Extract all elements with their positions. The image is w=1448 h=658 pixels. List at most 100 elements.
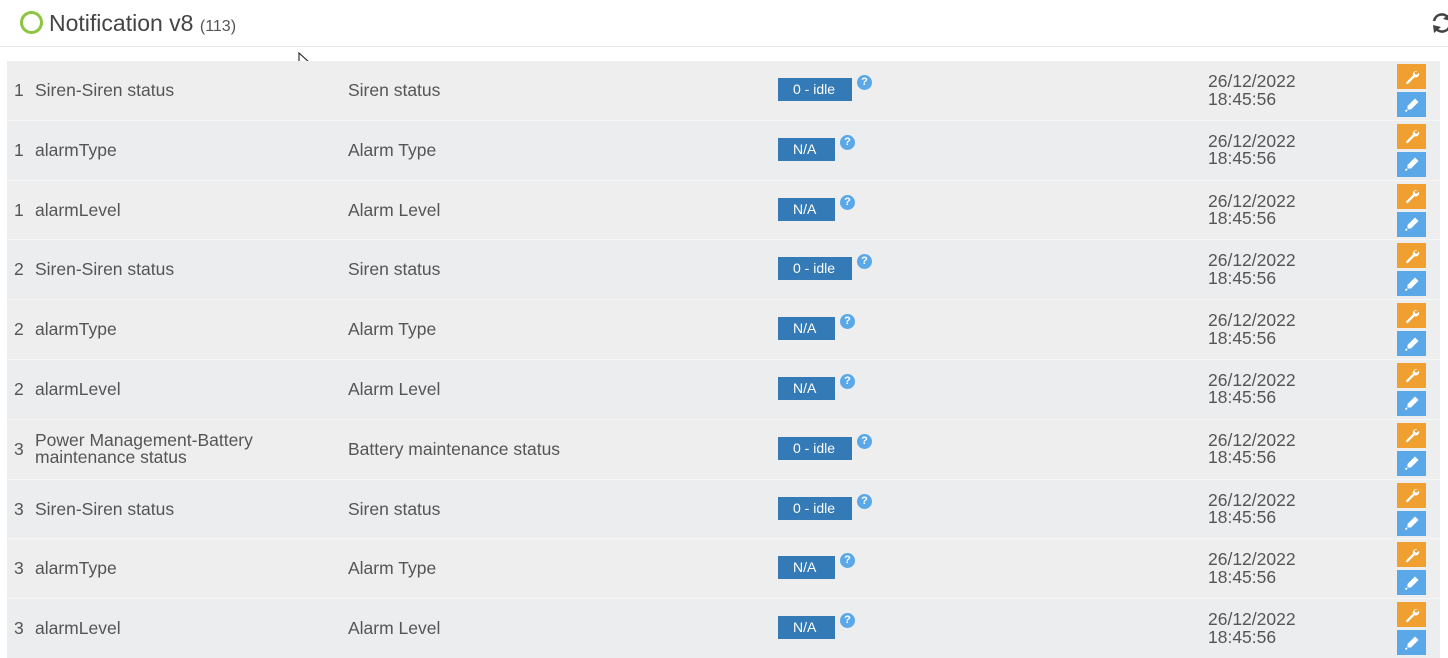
instance-number: 3 [14,498,24,519]
update-time: 18:45:56 [1208,507,1277,528]
value-name: Power Management-Battery maintenance sta… [35,429,253,467]
edit-button[interactable] [1397,542,1426,568]
edit-button[interactable] [1397,64,1426,89]
wrench-icon [1405,548,1419,563]
value-badge: N/A [778,197,835,221]
test-icon [1404,516,1418,531]
test-icon [1404,277,1418,291]
instance-number: 3 [14,618,24,639]
wrench-icon [1405,130,1419,144]
last-update: 26/12/2022 18:45:56 [1208,72,1296,109]
instance-number: 2 [14,259,24,280]
wrench-icon [1405,489,1419,503]
value-badge: N/A [778,137,835,161]
test-button[interactable] [1397,390,1426,416]
last-update: 26/12/2022 18:45:56 [1208,371,1296,407]
help-icon[interactable]: ? [840,613,855,629]
update-time: 18:45:56 [1208,148,1277,169]
help-icon[interactable]: ? [857,254,872,270]
test-icon [1404,337,1418,351]
table-row: 2 Siren-Siren status Siren status 0 - idle?… [7,239,1440,300]
last-update: 26/12/2022 18:45:56 [1208,311,1296,348]
test-button[interactable] [1397,151,1426,177]
value-badge: 0 - idle [778,78,852,101]
wrench-icon [1405,249,1419,264]
wrench-icon [1405,369,1419,383]
edit-button[interactable] [1397,243,1426,269]
edit-button[interactable] [1397,123,1426,149]
value-label: Battery maintenance status [348,438,561,459]
test-icon [1404,396,1418,411]
value-badge: N/A [778,376,835,400]
test-icon [1404,456,1418,471]
update-time: 18:45:56 [1208,267,1277,288]
test-button[interactable] [1397,510,1426,536]
test-icon [1404,157,1418,172]
value-badge: N/A [778,616,835,640]
wrench-icon [1405,190,1419,204]
table-row: 1 alarmLevel Alarm Level N/A? 26/12/2022 18:4… [7,179,1440,240]
test-button[interactable] [1397,92,1426,117]
last-update: 26/12/2022 18:45:56 [1208,192,1296,229]
device-title: Notification v8 [49,10,194,36]
edit-button[interactable] [1397,183,1426,209]
edit-button[interactable] [1397,303,1426,329]
value-badge: 0 - idle [778,496,852,520]
help-icon[interactable]: ? [857,433,872,449]
update-time: 18:45:56 [1208,208,1277,229]
help-icon[interactable]: ? [840,134,855,150]
notification-table: 1 Siren-Siren status Siren status 0 - idle?… [7,61,1440,658]
edit-button[interactable] [1397,422,1426,448]
instance-number: 2 [14,319,24,340]
value-label: Alarm Type [348,319,437,340]
edit-button[interactable] [1397,602,1426,628]
help-icon[interactable]: ? [840,194,855,210]
update-time: 18:45:56 [1208,626,1277,647]
last-update: 26/12/2022 18:45:56 [1208,610,1296,647]
test-button[interactable] [1397,331,1426,357]
table-row: 3 Siren-Siren status Siren status 0 - idle?… [7,478,1440,539]
wrench-icon [1405,429,1419,443]
update-time: 18:45:56 [1208,327,1277,348]
test-icon [1404,576,1418,590]
value-label: Alarm Type [348,558,437,579]
help-icon[interactable]: ? [840,314,855,330]
table-row: 1 alarmType Alarm Type N/A? 26/12/2022 18:45:… [7,119,1440,180]
update-time: 18:45:56 [1208,447,1277,468]
panel-title: Notification v8 (113) [49,10,236,37]
value-label: Alarm Level [348,199,441,220]
table-row: 2 alarmLevel Alarm Level N/A? 26/12/2022 18:4… [7,358,1440,419]
instance-number: 1 [14,199,24,220]
test-button[interactable] [1397,570,1426,596]
table-row: 3 Power Management-Battery maintenance st… [7,418,1440,479]
instance-number: 1 [14,80,24,100]
test-button[interactable] [1397,211,1426,237]
wrench-icon [1405,309,1419,323]
help-icon[interactable]: ? [840,553,855,569]
value-name: alarmType [35,558,117,579]
test-button[interactable] [1397,450,1426,476]
value-name: Siren-Siren status [35,498,175,519]
value-label: Alarm Type [348,139,437,160]
table-row: 2 alarmType Alarm Type N/A? 26/12/2022 18:45:… [7,299,1440,359]
edit-button[interactable] [1397,362,1426,388]
test-button[interactable] [1397,271,1426,297]
last-update: 26/12/2022 18:45:56 [1208,551,1296,586]
instance-number: 2 [14,378,24,399]
update-time: 18:45:56 [1208,566,1277,587]
test-button[interactable] [1397,630,1426,656]
value-label: Alarm Level [348,618,441,639]
value-label: Siren status [348,80,441,100]
value-name: alarmLevel [35,378,121,399]
help-icon[interactable]: ? [857,493,872,509]
value-badge: 0 - idle [778,257,852,281]
refresh-icon[interactable] [1430,11,1448,35]
help-icon[interactable]: ? [840,373,855,389]
edit-button[interactable] [1397,482,1426,508]
wrench-icon [1405,608,1419,622]
update-time: 18:45:56 [1208,88,1277,109]
help-icon[interactable]: ? [857,75,872,90]
last-update: 26/12/2022 18:45:56 [1208,431,1296,468]
instance-number: 3 [14,438,24,459]
instance-number: 3 [14,558,24,579]
